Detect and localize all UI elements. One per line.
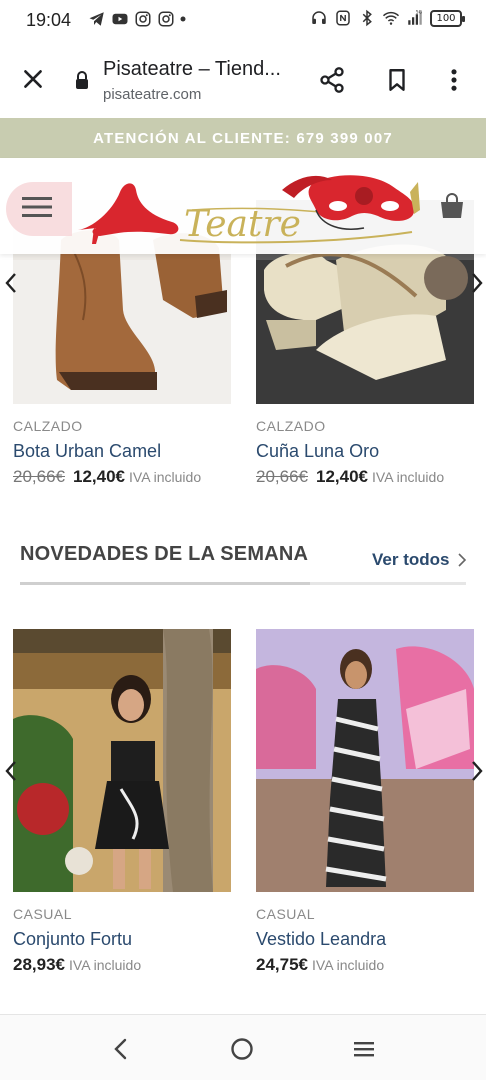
telegram-icon (89, 12, 104, 26)
more-vert-icon[interactable] (440, 66, 468, 94)
vat-note: IVA incluido (372, 469, 445, 485)
status-time: 19:04 (26, 10, 72, 30)
more-notifications-dot-icon (180, 16, 186, 22)
product-category: CALZADO (256, 418, 326, 434)
product-name-link[interactable]: Conjunto Fortu (13, 929, 132, 950)
page-title[interactable]: Pisateatre – Tiend... (103, 58, 281, 81)
instagram-icon (158, 11, 174, 27)
product-name-link[interactable]: Vestido Leandra (256, 929, 386, 950)
battery-icon: 100 (430, 9, 465, 27)
share-icon[interactable] (318, 66, 346, 94)
section-title: NOVEDADES DE LA SEMANA (20, 543, 309, 565)
carousel-next-arrow-icon[interactable] (470, 272, 484, 294)
site-logo[interactable]: Teatre (72, 170, 422, 246)
recent-apps-icon[interactable] (352, 1039, 376, 1059)
product-price: 20,66€ 12,40€ IVA incluido (256, 467, 444, 487)
shopping-bag-icon[interactable] (438, 192, 466, 220)
product-image-vestido-leandra[interactable] (256, 629, 474, 892)
system-navigation-bar (0, 1014, 486, 1080)
bluetooth-icon (362, 9, 372, 27)
sale-price: 12,40€ (316, 467, 368, 486)
site-header: Teatre (0, 158, 486, 254)
product-image-conjunto-fortu[interactable] (13, 629, 231, 892)
product-price: 28,93€ IVA incluido (13, 955, 141, 975)
page-url[interactable]: pisateatre.com (103, 86, 201, 103)
product-name-link[interactable]: Cuña Luna Oro (256, 441, 379, 462)
nfc-icon (336, 10, 350, 26)
back-icon[interactable] (110, 1037, 132, 1061)
instagram-icon (135, 11, 151, 27)
vat-note: IVA incluido (69, 957, 142, 973)
wifi-icon (382, 11, 400, 25)
product-price: 20,66€ 12,40€ IVA incluido (13, 467, 201, 487)
product-category: CASUAL (256, 906, 316, 922)
model-photo-outdoor (13, 629, 231, 892)
sale-price: 12,40€ (73, 467, 125, 486)
view-all-link[interactable]: Ver todos (372, 550, 449, 570)
section-divider-accent (20, 582, 310, 585)
product-price: 24,75€ IVA incluido (256, 955, 384, 975)
carousel-prev-arrow-icon[interactable] (4, 760, 18, 782)
product-category: CASUAL (13, 906, 73, 922)
carousel-prev-arrow-icon[interactable] (4, 272, 18, 294)
status-bar: 19:04 5G 100 (0, 0, 486, 40)
product-name-link[interactable]: Bota Urban Camel (13, 441, 161, 462)
price: 28,93€ (13, 955, 65, 974)
lock-icon (76, 71, 88, 89)
browser-toolbar: Pisateatre – Tiend... pisateatre.com (0, 40, 486, 118)
hamburger-menu-icon[interactable] (22, 194, 52, 220)
notification-icons (88, 10, 186, 28)
price: 24,75€ (256, 955, 308, 974)
model-photo-studio (256, 629, 474, 892)
announcement-bar: ATENCIÓN AL CLIENTE: 679 399 007 (0, 118, 486, 158)
network-type: 5G (416, 10, 423, 16)
old-price: 20,66€ (13, 467, 65, 486)
vat-note: IVA incluido (129, 469, 202, 485)
product-category: CALZADO (13, 418, 83, 434)
old-price: 20,66€ (256, 467, 308, 486)
battery-level: 100 (436, 12, 456, 24)
chevron-right-icon[interactable] (457, 552, 467, 568)
bookmark-icon[interactable] (384, 66, 410, 94)
announcement-text: ATENCIÓN AL CLIENTE: 679 399 007 (93, 129, 393, 147)
youtube-icon (112, 13, 128, 25)
carousel-next-arrow-icon[interactable] (470, 760, 484, 782)
vat-note: IVA incluido (312, 957, 385, 973)
system-icons: 5G 100 (310, 9, 465, 27)
headphones-icon (312, 11, 326, 24)
close-icon[interactable] (20, 66, 46, 92)
home-icon[interactable] (230, 1037, 254, 1061)
signal-icon: 5G (408, 10, 423, 25)
